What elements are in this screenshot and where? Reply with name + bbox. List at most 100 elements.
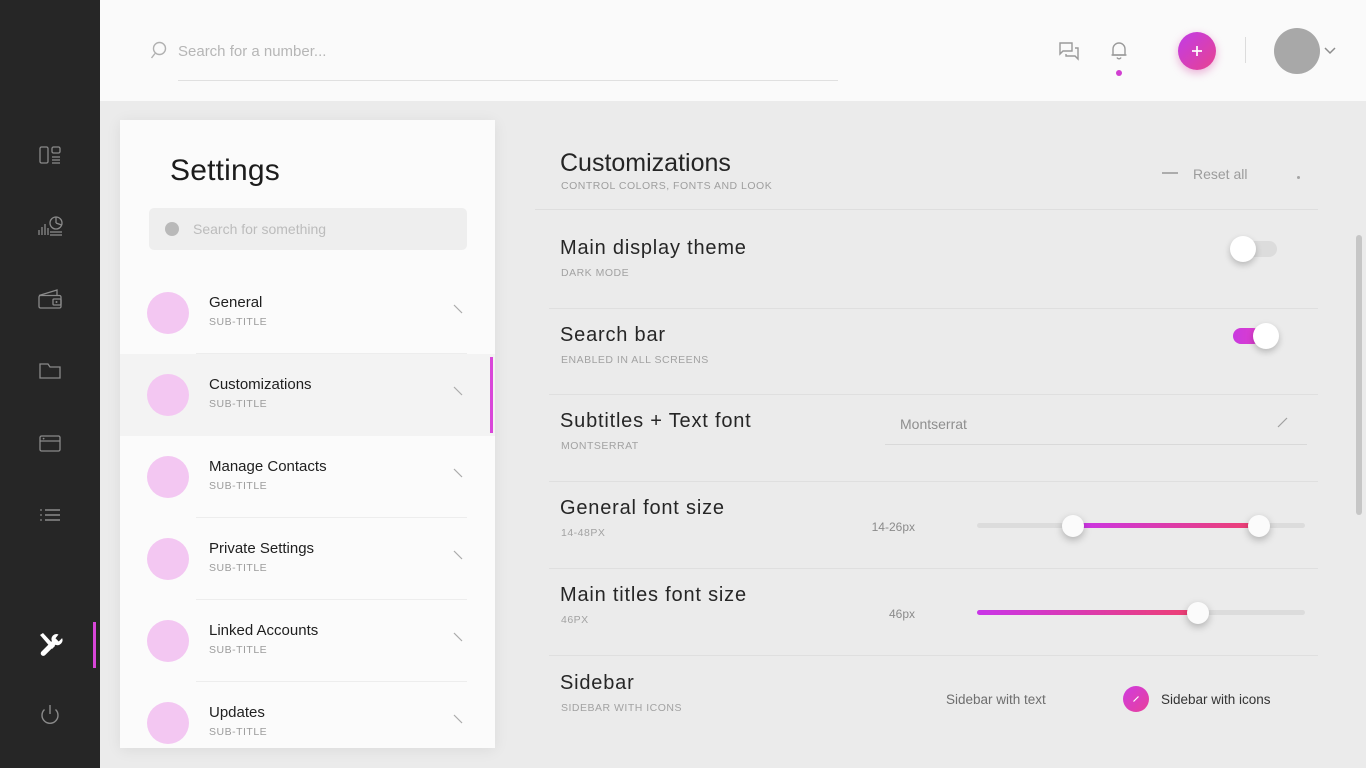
slider-fill: [977, 610, 1198, 615]
search-bar-toggle[interactable]: [1233, 323, 1279, 349]
plus-icon: [1192, 46, 1202, 56]
list-item-title: Customizations: [209, 376, 312, 393]
bell-icon[interactable]: [1106, 38, 1132, 64]
rail-item-dashboard[interactable]: [0, 119, 100, 191]
folder-icon: [35, 356, 65, 386]
window-icon: [35, 428, 65, 458]
row-text-font: Subtitles + Text font MONTSERRAT Montser…: [535, 394, 1318, 482]
slider-thumb-max[interactable]: [1248, 515, 1270, 537]
rail-item-analytics[interactable]: [0, 191, 100, 263]
power-icon: [35, 700, 65, 730]
notification-dot: [1116, 70, 1122, 76]
row-subtitle: 46PX: [561, 614, 589, 626]
row-subtitle: DARK MODE: [561, 267, 630, 279]
row-title: General font size: [560, 497, 725, 519]
settings-list: General SUB-TITLE Customizations SUB-TIT…: [120, 272, 495, 748]
content-subtitle: CONTROL COLORS, FONTS AND LOOK: [561, 180, 773, 192]
chevron-down-icon[interactable]: [1322, 42, 1338, 58]
list-item-title: Manage Contacts: [209, 458, 327, 475]
slider-thumb[interactable]: [1187, 602, 1209, 624]
row-search-bar: Search bar ENABLED IN ALL SCREENS: [535, 308, 1318, 395]
row-title: Sidebar: [560, 672, 635, 694]
add-button[interactable]: [1178, 32, 1216, 70]
row-subtitle: MONTSERRAT: [561, 440, 639, 452]
settings-panel: Settings General SUB-TITLE Customization…: [120, 120, 495, 748]
list-item-subtitle: SUB-TITLE: [209, 480, 268, 492]
settings-list-item-linked-accounts[interactable]: Linked Accounts SUB-TITLE: [120, 600, 495, 682]
avatar: [147, 292, 189, 334]
rail-item-window[interactable]: [0, 407, 100, 479]
radio-option-sidebar-with-text[interactable]: Sidebar with text: [946, 692, 1046, 707]
top-bar: [100, 0, 1366, 101]
avatar: [147, 620, 189, 662]
scrollbar-thumb[interactable]: [1356, 235, 1362, 515]
list-item-title: Private Settings: [209, 540, 315, 557]
more-options-icon[interactable]: [1297, 176, 1300, 179]
slider-thumb-min[interactable]: [1062, 515, 1084, 537]
main-titles-font-size-value: 46px: [888, 607, 915, 621]
search-dot-icon: [165, 222, 179, 236]
chevron-icon: [451, 712, 465, 726]
rail-item-list[interactable]: [0, 479, 100, 551]
chevron-icon: [451, 384, 465, 398]
app-root: Settings General SUB-TITLE Customization…: [0, 0, 1366, 768]
reset-all-button[interactable]: Reset all: [1193, 166, 1247, 182]
rail-item-wallet[interactable]: [0, 263, 100, 335]
list-item-subtitle: SUB-TITLE: [209, 644, 268, 656]
content-title: Customizations: [560, 149, 731, 177]
settings-list-item-general[interactable]: General SUB-TITLE: [120, 272, 495, 354]
radio-selected-indicator[interactable]: [1123, 686, 1149, 712]
chat-icon[interactable]: [1056, 38, 1082, 64]
general-font-size-value: 14-26px: [871, 520, 915, 534]
chevron-icon: [451, 548, 465, 562]
content-panel: Customizations CONTROL COLORS, FONTS AND…: [535, 101, 1366, 768]
tools-icon: [34, 628, 66, 660]
avatar: [147, 538, 189, 580]
theme-toggle[interactable]: [1230, 236, 1277, 262]
font-value[interactable]: Montserrat: [900, 416, 967, 432]
settings-search-input[interactable]: [193, 208, 455, 250]
avatar: [147, 456, 189, 498]
row-title: Subtitles + Text font: [560, 410, 752, 432]
edit-pencil-icon[interactable]: [1276, 416, 1290, 430]
list-item-subtitle: SUB-TITLE: [209, 562, 268, 574]
wallet-icon: [35, 284, 65, 314]
row-title: Main display theme: [560, 237, 747, 259]
chevron-icon: [451, 630, 465, 644]
dashboard-icon: [35, 140, 65, 170]
search-input[interactable]: [178, 33, 838, 69]
list-item-title: Linked Accounts: [209, 622, 319, 639]
row-subtitle: ENABLED IN ALL SCREENS: [561, 354, 709, 366]
analytics-icon: [35, 212, 65, 242]
chevron-icon: [451, 466, 465, 480]
row-title: Main titles font size: [560, 584, 747, 606]
left-icon-rail: [0, 0, 100, 768]
settings-list-item-updates[interactable]: Updates SUB-TITLE: [120, 682, 495, 748]
rail-active-indicator: [93, 622, 96, 668]
row-general-font-size: General font size 14-48PX 14-26px: [535, 481, 1318, 569]
settings-list-item-customizations[interactable]: Customizations SUB-TITLE: [120, 354, 495, 436]
slider-fill: [1073, 523, 1259, 528]
rail-item-tools[interactable]: [0, 608, 100, 680]
avatar[interactable]: [1274, 28, 1320, 74]
rail-item-folder[interactable]: [0, 335, 100, 407]
minus-icon[interactable]: [1162, 172, 1178, 174]
settings-search-field[interactable]: [149, 208, 467, 250]
toggle-knob: [1230, 236, 1256, 262]
active-indicator: [490, 357, 493, 433]
settings-list-item-manage-contacts[interactable]: Manage Contacts SUB-TITLE: [120, 436, 495, 518]
radio-option-sidebar-with-icons[interactable]: Sidebar with icons: [1161, 692, 1271, 707]
list-item-title: Updates: [209, 704, 265, 721]
avatar: [147, 702, 189, 744]
content-divider: [535, 209, 1318, 210]
rail-item-power[interactable]: [0, 679, 100, 751]
settings-list-item-private-settings[interactable]: Private Settings SUB-TITLE: [120, 518, 495, 600]
list-icon: [35, 500, 65, 530]
check-slash-icon: [1133, 696, 1139, 702]
row-main-display-theme: Main display theme DARK MODE: [535, 221, 1318, 309]
list-item-subtitle: SUB-TITLE: [209, 726, 268, 738]
chevron-icon: [451, 302, 465, 316]
row-subtitle: SIDEBAR WITH ICONS: [561, 702, 683, 714]
top-divider: [1245, 37, 1246, 63]
toggle-knob: [1253, 323, 1279, 349]
